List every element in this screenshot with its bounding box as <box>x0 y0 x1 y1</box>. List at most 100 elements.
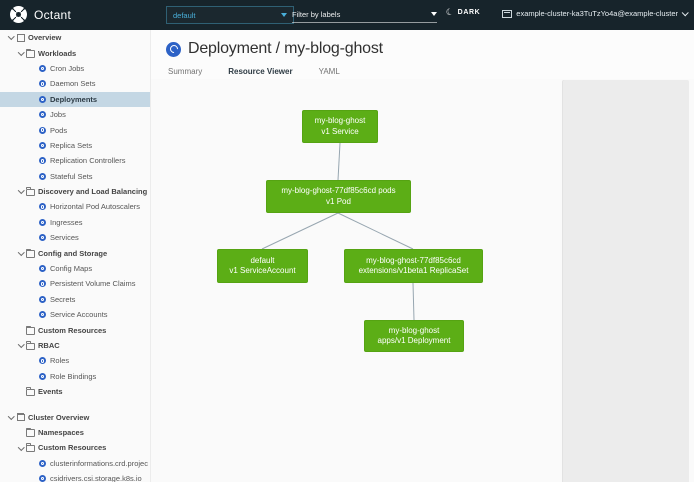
node-name: my-blog-ghost-77df85c6cd <box>366 256 461 266</box>
resource-icon <box>39 280 46 287</box>
node-name: my-blog-ghost-77df85c6cd pods <box>281 186 395 196</box>
sidebar-item-config-maps[interactable]: Config Maps <box>0 261 150 276</box>
node-kind: v1 Pod <box>326 197 351 207</box>
sidebar-item-daemon-sets[interactable]: Daemon Sets <box>0 76 150 91</box>
sidebar-item-role-bindings[interactable]: Role Bindings <box>0 369 150 384</box>
sidebar-item-clusterinformations-crd-projec[interactable]: clusterinformations.crd.projec <box>0 456 150 471</box>
sidebar-item-secrets[interactable]: Secrets <box>0 292 150 307</box>
chevron-down-icon[interactable] <box>16 344 26 347</box>
sidebar-item-custom-resources[interactable]: Custom Resources <box>0 440 150 455</box>
sidebar-item-label: Ingresses <box>50 218 83 227</box>
folder-icon <box>26 326 35 335</box>
sidebar-item-label: Daemon Sets <box>50 79 95 88</box>
sidebar-item-events[interactable]: Events <box>0 384 150 399</box>
node-kind: extensions/v1beta1 ReplicaSet <box>359 266 469 276</box>
folder-icon <box>26 327 35 335</box>
resource-icon <box>39 373 46 380</box>
resource-icon <box>38 157 47 164</box>
chevron-down-icon[interactable] <box>16 52 26 55</box>
resource-icon <box>39 475 46 482</box>
resource-icon <box>39 173 46 180</box>
sidebar-item-roles[interactable]: Roles <box>0 353 150 368</box>
folder-icon <box>26 341 35 350</box>
sidebar-item-label: Cron Jobs <box>50 64 84 73</box>
cluster-context-selector[interactable]: example-cluster-ka3TuTzYo4a@example-clus… <box>502 9 687 18</box>
sidebar-item-deployments[interactable]: Deployments <box>0 92 150 107</box>
dark-theme-toggle[interactable]: ☾ DARK <box>446 8 480 17</box>
page-header: Deployment / my-blog-ghost <box>151 30 694 58</box>
label-filter-input[interactable] <box>292 10 427 19</box>
folder-icon <box>26 187 35 196</box>
resource-icon <box>39 234 46 241</box>
sidebar-item-label: Overview <box>28 33 61 42</box>
resource-icon <box>38 373 47 380</box>
resource-icon <box>38 475 47 482</box>
sidebar-item-label: Config and Storage <box>38 249 107 258</box>
sidebar-item-config-and-storage[interactable]: Config and Storage <box>0 245 150 260</box>
graph-edge <box>338 213 413 249</box>
chevron-down-icon[interactable] <box>431 12 437 16</box>
folder-icon <box>26 428 35 437</box>
chevron-down-icon[interactable] <box>16 252 26 255</box>
chevron-down-icon[interactable] <box>6 36 16 39</box>
dark-toggle-label: DARK <box>458 9 481 16</box>
moon-icon: ☾ <box>445 7 456 18</box>
resource-icon <box>39 296 46 303</box>
sidebar-item-horizontal-pod-autoscalers[interactable]: Horizontal Pod Autoscalers <box>0 199 150 214</box>
sidebar-item-label: Persistent Volume Claims <box>50 279 135 288</box>
chevron-down-icon[interactable] <box>16 447 26 450</box>
sidebar-item-rbac[interactable]: RBAC <box>0 338 150 353</box>
sidebar-item-replication-controllers[interactable]: Replication Controllers <box>0 153 150 168</box>
sidebar-item-jobs[interactable]: Jobs <box>0 107 150 122</box>
node-name: my-blog-ghost <box>389 326 440 336</box>
resource-viewer-graph: my-blog-ghostv1 Service my-blog-ghost-77d… <box>151 79 694 482</box>
sidebar-item-service-accounts[interactable]: Service Accounts <box>0 307 150 322</box>
sidebar-item-overview[interactable]: Overview <box>0 30 150 45</box>
graph-node-serviceaccount[interactable]: defaultv1 ServiceAccount <box>217 249 308 283</box>
sidebar-item-persistent-volume-claims[interactable]: Persistent Volume Claims <box>0 276 150 291</box>
folder-icon <box>26 50 35 58</box>
folder-icon <box>26 250 35 258</box>
sidebar-item-csidrivers-csi-storage-k8s-io[interactable]: csidrivers.csi.storage.k8s.io <box>0 471 150 482</box>
sidebar-item-stateful-sets[interactable]: Stateful Sets <box>0 169 150 184</box>
graph-node-replicaset[interactable]: my-blog-ghost-77df85c6cdextensions/v1bet… <box>344 249 483 283</box>
resource-icon <box>38 203 47 210</box>
sidebar-item-label: Replica Sets <box>50 141 92 150</box>
graph-node-service[interactable]: my-blog-ghostv1 Service <box>302 110 378 143</box>
folder-icon <box>26 389 35 397</box>
sidebar-item-namespaces[interactable]: Namespaces <box>0 425 150 440</box>
graph-node-deployment[interactable]: my-blog-ghostapps/v1 Deployment <box>364 320 464 352</box>
resource-icon <box>38 234 47 241</box>
sidebar-item-ingresses[interactable]: Ingresses <box>0 215 150 230</box>
resource-icon <box>38 173 47 180</box>
chevron-down-icon <box>682 9 689 16</box>
sidebar-item-workloads[interactable]: Workloads <box>0 45 150 60</box>
resource-icon <box>38 127 47 134</box>
sidebar-item-services[interactable]: Services <box>0 230 150 245</box>
sidebar-item-pods[interactable]: Pods <box>0 122 150 137</box>
graph-node-pod[interactable]: my-blog-ghost-77df85c6cd podsv1 Pod <box>266 180 411 213</box>
node-name: my-blog-ghost <box>315 116 366 126</box>
namespace-dropdown[interactable]: default <box>166 6 294 24</box>
sidebar-item-label: Namespaces <box>38 428 84 437</box>
brand: Octant <box>10 6 71 23</box>
sidebar-item-cron-jobs[interactable]: Cron Jobs <box>0 61 150 76</box>
resource-icon <box>39 65 46 72</box>
resource-icon <box>38 280 47 287</box>
sidebar-item-custom-resources[interactable]: Custom Resources <box>0 322 150 337</box>
chevron-down-icon[interactable] <box>16 190 26 193</box>
resource-icon <box>38 460 47 467</box>
chevron-down-icon[interactable] <box>6 416 16 419</box>
resource-icon <box>39 80 46 87</box>
sidebar-item-label: Stateful Sets <box>50 172 93 181</box>
node-name: default <box>250 256 274 266</box>
chevron-down-icon <box>281 13 287 17</box>
sidebar-item-replica-sets[interactable]: Replica Sets <box>0 138 150 153</box>
graph-edge <box>338 143 340 180</box>
sidebar-item-cluster-overview[interactable]: Cluster Overview <box>0 409 150 424</box>
graph-edge <box>413 283 414 320</box>
folder-icon <box>26 343 35 351</box>
sidebar-item-discovery-and-load-balancing[interactable]: Discovery and Load Balancing <box>0 184 150 199</box>
folder-icon <box>26 387 35 396</box>
cluster-context-label: example-cluster-ka3TuTzYo4a@example-clus… <box>516 9 678 18</box>
